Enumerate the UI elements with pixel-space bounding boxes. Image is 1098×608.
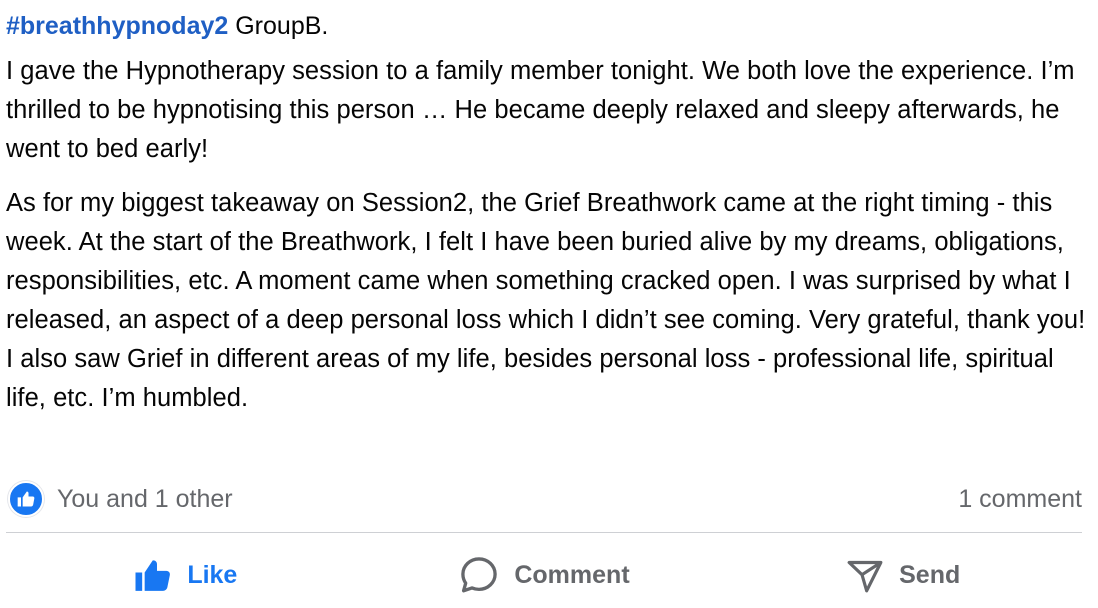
post-paragraph-1: I gave the Hypnotherapy session to a fam… (6, 57, 1075, 163)
comment-button[interactable]: Comment (365, 545, 724, 605)
like-reaction-icon (8, 481, 44, 517)
post-paragraph-2: As for my biggest takeaway on Session2, … (6, 189, 1086, 412)
divider (6, 532, 1082, 533)
reactions-bar: You and 1 other 1 comment (8, 478, 1082, 520)
send-label: Send (899, 560, 961, 589)
comment-count-link[interactable]: 1 comment (958, 485, 1082, 514)
post-body: #breathhypnoday2 GroupB. I gave the Hypn… (6, 0, 1090, 418)
like-label: Like (187, 560, 238, 589)
send-button[interactable]: Send (723, 545, 1082, 605)
post-header: #breathhypnoday2 GroupB. (6, 7, 1090, 45)
comment-label: Comment (514, 560, 630, 589)
reaction-count-text: You and 1 other (57, 484, 233, 513)
like-button[interactable]: Like (6, 545, 365, 605)
speech-bubble-icon (458, 554, 500, 596)
paper-plane-icon (845, 555, 885, 595)
reaction-summary[interactable]: You and 1 other (8, 481, 233, 517)
group-label: GroupB. (235, 12, 329, 40)
hashtag-link[interactable]: #breathhypnoday2 (6, 12, 228, 40)
thumbs-up-icon (133, 555, 173, 595)
action-bar: Like Comment Send (6, 545, 1082, 605)
